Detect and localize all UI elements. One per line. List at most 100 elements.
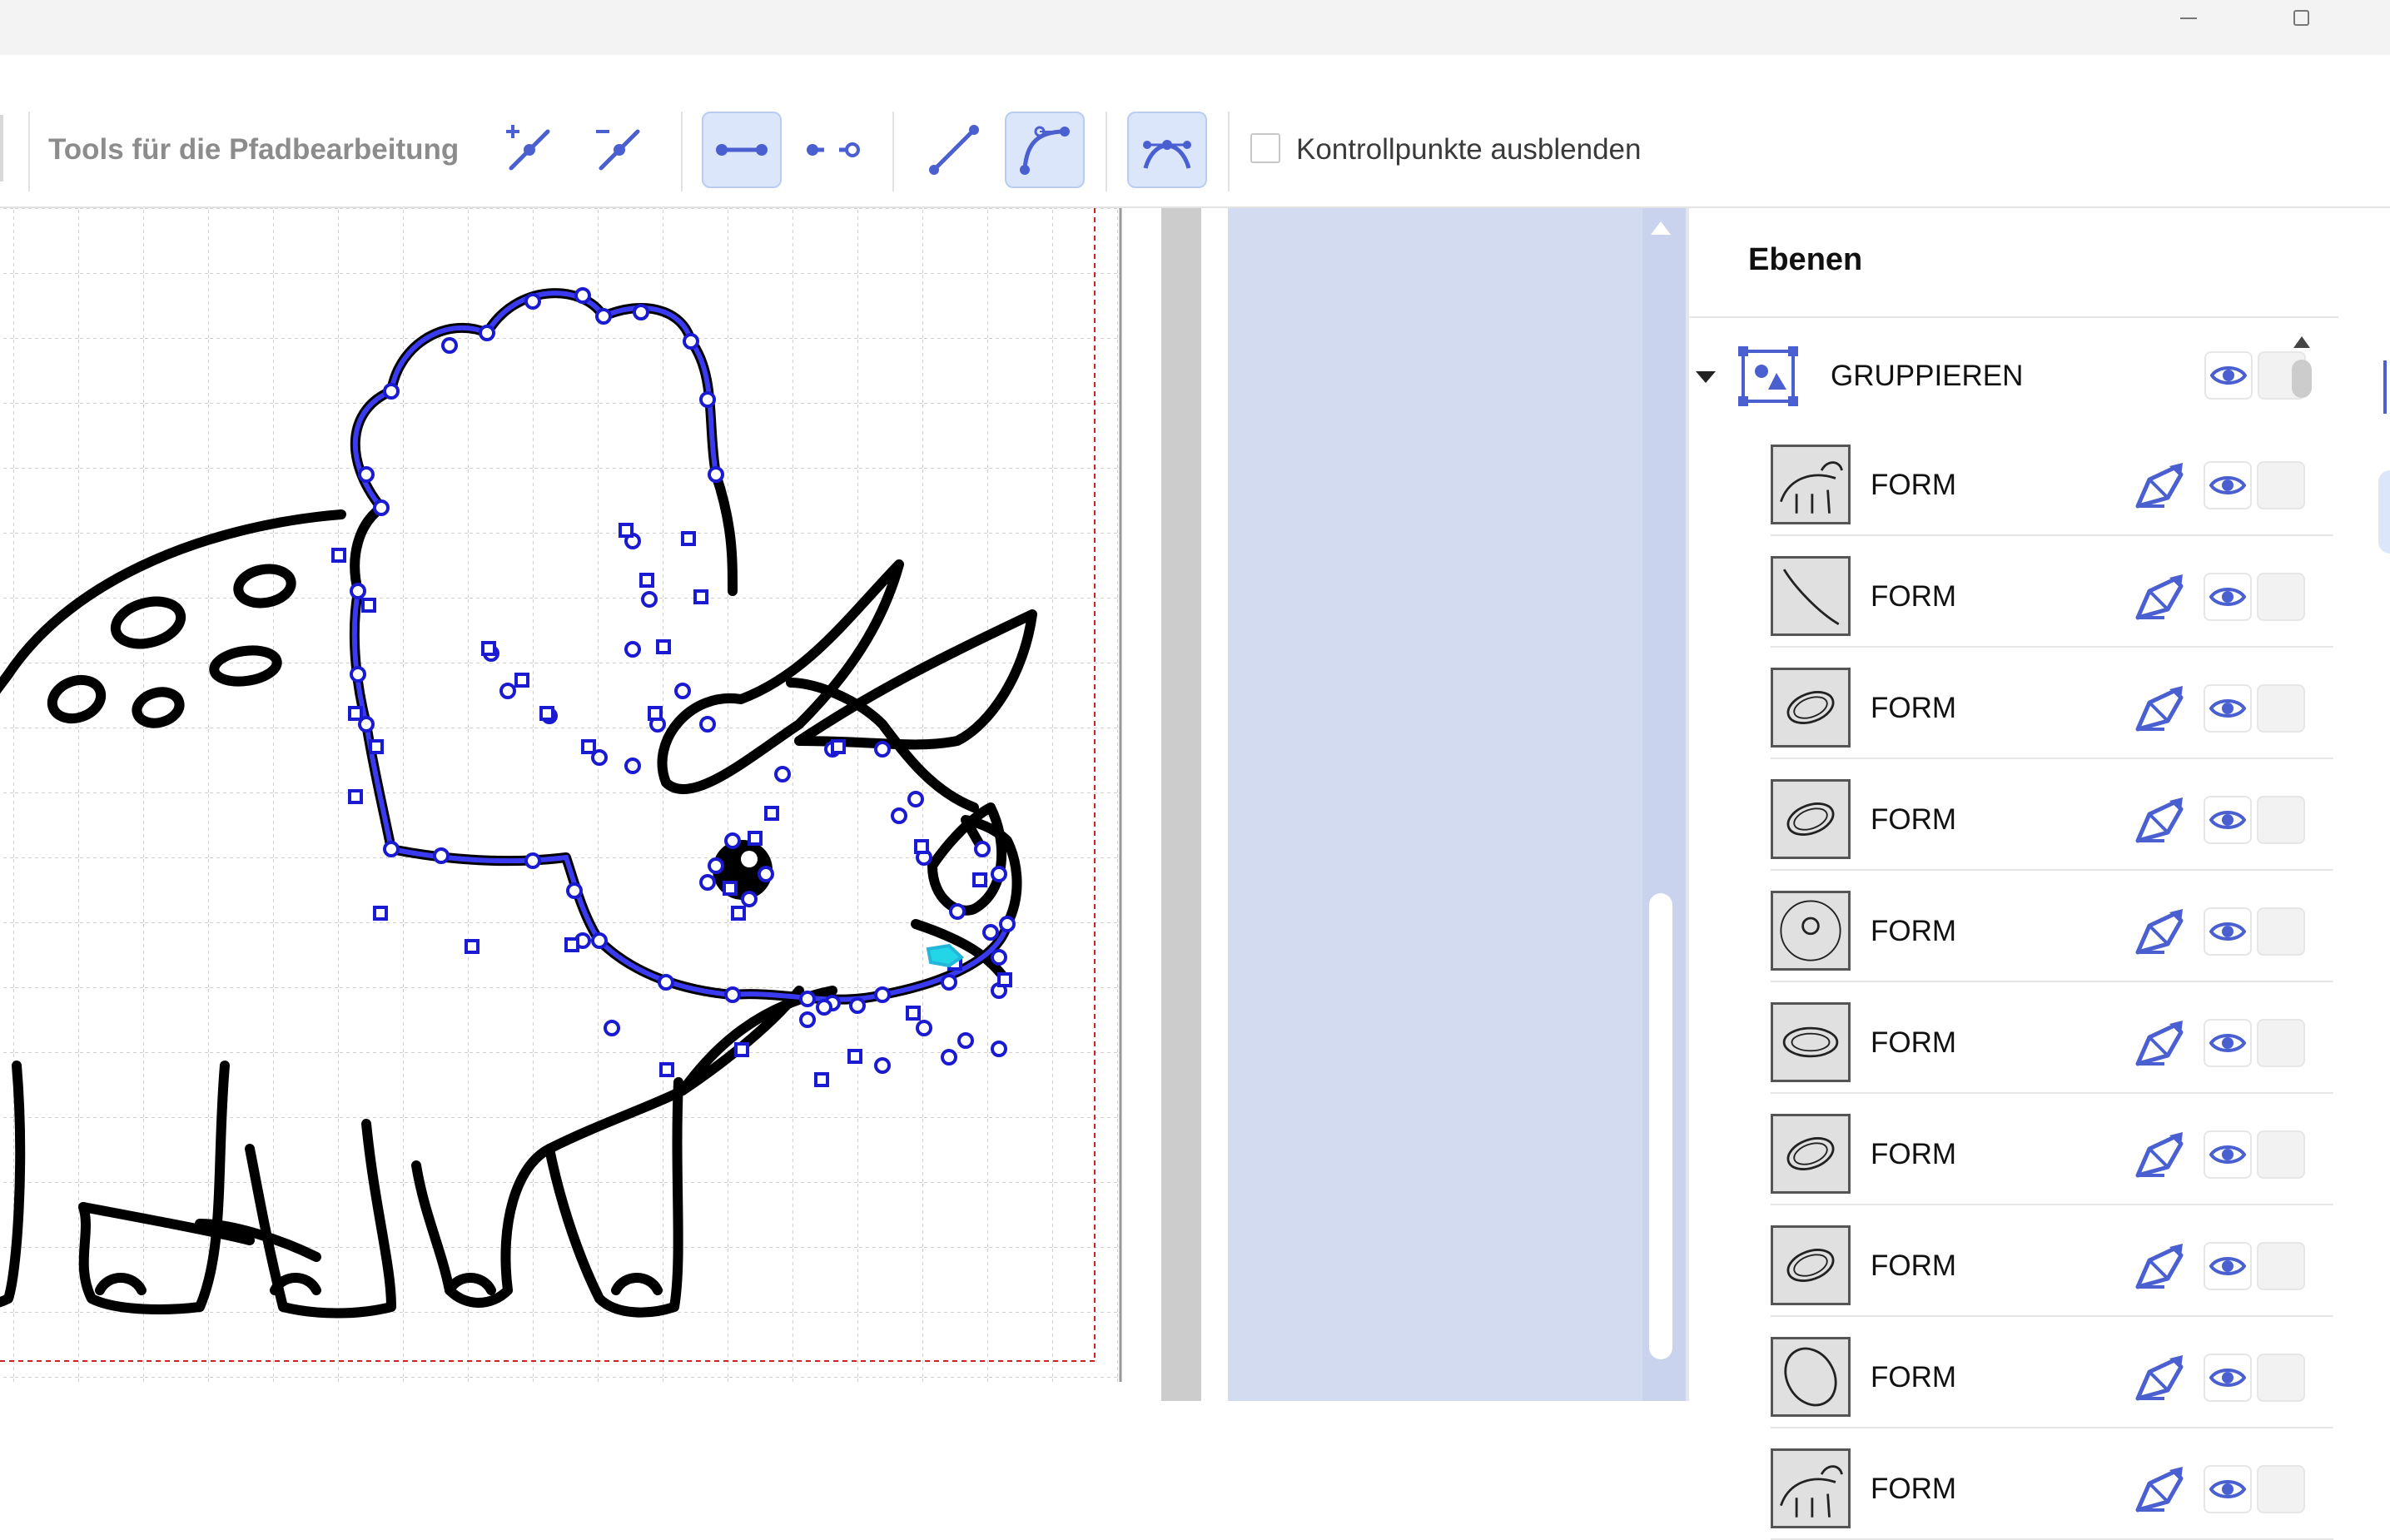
scroll-up-icon[interactable] [1649, 218, 1672, 238]
side-marker [2383, 360, 2390, 414]
eye-icon [2209, 1369, 2246, 1387]
eye-icon [2209, 476, 2246, 494]
eye-icon [2209, 922, 2246, 941]
layer-visibility-button[interactable] [2204, 1354, 2252, 1402]
layer-label: FORM [1871, 1026, 1957, 1059]
layer-lock-button[interactable] [2257, 1465, 2305, 1513]
layer-row[interactable]: FORM [1771, 1104, 2333, 1205]
break-nodes-button[interactable] [793, 112, 872, 188]
layers-panel: Ebenen GRUPPIEREN FORM FORM FORM FORM FORM FO… [1689, 208, 2355, 1540]
edit-path-icon[interactable] [2131, 794, 2191, 846]
layer-visibility-button[interactable] [2204, 684, 2252, 733]
join-nodes-button[interactable] [702, 112, 782, 188]
caret-down-icon[interactable] [1694, 365, 1717, 388]
layer-thumbnail [1771, 779, 1851, 859]
layer-label: FORM [1871, 1249, 1957, 1282]
group-visibility-button[interactable] [2204, 351, 2253, 400]
smooth-node-button[interactable] [1127, 112, 1207, 188]
right-panel-edge [2355, 208, 2390, 1401]
preview-scrollbar[interactable] [1642, 208, 1686, 1401]
layer-row[interactable]: FORM [1771, 992, 2333, 1094]
toolbar-left-edge [0, 115, 3, 181]
curve-segment-icon [1020, 126, 1070, 175]
layer-thumbnail [1771, 445, 1851, 524]
edit-path-icon[interactable] [2131, 1017, 2191, 1069]
design-canvas[interactable] [0, 208, 1164, 1401]
layer-thumbnail [1771, 668, 1851, 748]
curve-segment-button[interactable] [1005, 112, 1085, 188]
preview-pane [1228, 208, 1642, 1401]
canvas-scroll-gutter [1161, 208, 1201, 1401]
layer-row[interactable]: FORM [1771, 435, 2333, 536]
layer-visibility-button[interactable] [2204, 796, 2252, 844]
add-node-icon [506, 125, 550, 171]
layer-visibility-button[interactable] [2204, 1019, 2252, 1067]
eye-icon [2209, 1034, 2246, 1052]
layer-label: FORM [1871, 469, 1957, 501]
layer-label: FORM [1871, 1473, 1957, 1505]
preview-scrollbar-thumb[interactable] [1649, 893, 1672, 1359]
canvas-drawing [0, 208, 1122, 1382]
eye-icon [2209, 811, 2246, 829]
layer-row[interactable]: FORM [1771, 1327, 2333, 1428]
layers-title: Ebenen [1748, 242, 1863, 277]
edit-path-icon[interactable] [2131, 906, 2191, 957]
eye-icon [2209, 1480, 2246, 1498]
window-titlebar [0, 0, 2390, 55]
layer-row[interactable]: FORM [1771, 658, 2333, 759]
toolbar-separator [681, 112, 683, 191]
layer-label: FORM [1871, 803, 1957, 836]
eye-icon [2210, 366, 2247, 385]
edit-path-icon[interactable] [2131, 1129, 2191, 1180]
layer-thumbnail [1771, 556, 1851, 636]
maximize-button[interactable] [2264, 0, 2339, 37]
eye-icon [2209, 588, 2246, 606]
layer-row[interactable]: FORM [1771, 881, 2333, 982]
minimize-button[interactable] [2151, 0, 2226, 37]
join-nodes-icon [716, 144, 768, 156]
remove-node-button[interactable] [579, 112, 659, 188]
eye-icon [2209, 1257, 2246, 1275]
toolbar-separator [1228, 112, 1230, 191]
pane-gap [1201, 208, 1228, 1401]
layer-label: FORM [1871, 692, 1957, 724]
layer-visibility-button[interactable] [2204, 1130, 2252, 1179]
layer-row[interactable]: FORM [1771, 1215, 2333, 1317]
hide-controls-checkbox[interactable] [1250, 133, 1280, 163]
layer-visibility-button[interactable] [2204, 1465, 2252, 1513]
layer-label: FORM [1871, 580, 1957, 613]
layer-visibility-button[interactable] [2204, 1242, 2252, 1290]
minimize-icon [2180, 17, 2197, 19]
layer-thumbnail [1771, 1448, 1851, 1528]
edit-path-icon[interactable] [2131, 1352, 2191, 1403]
layers-scroll-up-icon[interactable] [2285, 331, 2318, 356]
edit-path-icon[interactable] [2131, 571, 2191, 623]
remove-node-icon [596, 129, 640, 171]
layer-row[interactable]: FORM [1771, 546, 2333, 648]
layer-thumbnail [1771, 1114, 1851, 1194]
layer-label: FORM [1871, 915, 1957, 947]
layer-visibility-button[interactable] [2204, 907, 2252, 956]
edit-path-icon[interactable] [2131, 460, 2191, 511]
group-label: GRUPPIEREN [1831, 360, 2024, 392]
maximize-icon [2293, 10, 2309, 26]
layer-visibility-button[interactable] [2204, 573, 2252, 621]
toolbar-separator [892, 112, 894, 191]
edit-path-icon[interactable] [2131, 1240, 2191, 1292]
layer-thumbnail [1771, 891, 1851, 971]
edit-path-icon[interactable] [2131, 683, 2191, 734]
layers-scrollbar[interactable] [2285, 326, 2318, 1401]
break-nodes-icon [807, 142, 860, 157]
layer-group-row[interactable]: GRUPPIEREN [1689, 333, 2338, 420]
triceratops-eye-highlight [741, 851, 758, 867]
side-tab[interactable] [2378, 470, 2390, 554]
layer-row[interactable]: FORM [1771, 1438, 2333, 1540]
toolbar-separator [28, 112, 30, 191]
layer-thumbnail [1771, 1225, 1851, 1305]
layer-visibility-button[interactable] [2204, 461, 2252, 509]
layer-row[interactable]: FORM [1771, 769, 2333, 871]
straight-segment-button[interactable] [914, 112, 994, 188]
add-node-button[interactable] [489, 112, 569, 188]
layers-scrollbar-thumb[interactable] [2292, 360, 2312, 398]
edit-path-icon[interactable] [2131, 1463, 2191, 1515]
